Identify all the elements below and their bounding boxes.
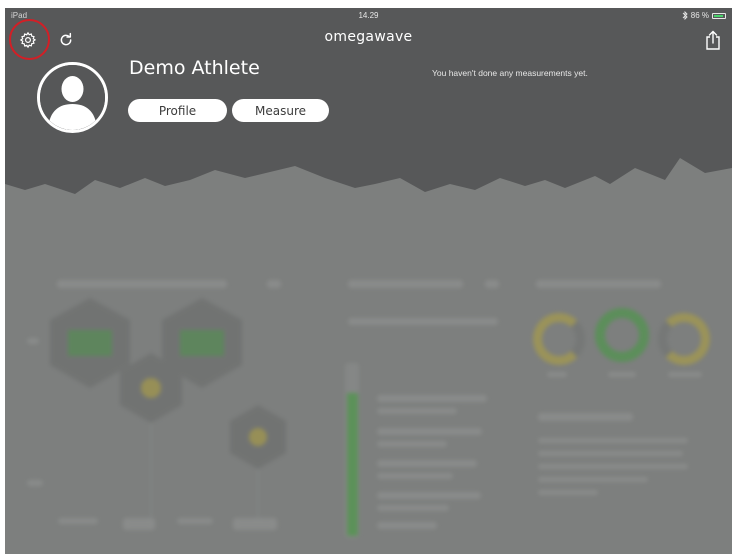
share-icon [706, 30, 720, 50]
person-silhouette-icon [40, 65, 105, 130]
ring-gauge [658, 313, 710, 365]
gauge-row-text [377, 460, 477, 467]
panel-text [538, 451, 683, 456]
gauge-row-text [377, 522, 437, 529]
ring-label [547, 372, 567, 377]
hexagon-label [233, 518, 277, 530]
panel-text [538, 477, 648, 482]
status-bar: iPad 14.29 86 % [5, 8, 732, 26]
panel-text [538, 490, 598, 495]
ring-label [608, 372, 636, 377]
dashboard-subheader [348, 318, 498, 325]
hexagon-label [123, 518, 155, 530]
panel-heading [538, 413, 633, 421]
vertical-gauge-fill [347, 393, 358, 536]
dashboard-section-header [267, 280, 281, 288]
panel-text [538, 464, 688, 469]
status-indicators: 86 % [682, 11, 726, 20]
dashboard-section-header [57, 280, 227, 288]
gauge-row-text [377, 505, 449, 511]
profile-button[interactable]: Profile [128, 99, 227, 122]
dashboard-side-marker [27, 480, 43, 486]
ring-label [668, 372, 702, 377]
battery-percent: 86 % [690, 11, 709, 20]
app-logo-title: omegawave [324, 29, 413, 45]
dashboard-section-header [348, 280, 463, 288]
gauge-row-text [377, 428, 482, 435]
gauge-row-text [377, 492, 481, 499]
avatar [37, 62, 108, 133]
ring-gauge [595, 308, 649, 362]
status-time: 14.29 [358, 11, 379, 20]
hexagon-label [58, 518, 98, 524]
gauge-row-text [377, 408, 457, 414]
ring-gauge [533, 313, 585, 365]
dashboard-side-marker [27, 338, 39, 344]
battery-icon [712, 12, 726, 19]
athlete-name: Demo Athlete [129, 57, 260, 79]
readiness-hexagons [50, 298, 286, 523]
bluetooth-icon [682, 11, 688, 20]
no-measurements-notice: You haven't done any measurements yet. [432, 68, 588, 78]
dashboard-section-header [536, 280, 661, 288]
share-button[interactable] [698, 25, 728, 55]
hexagon-label [177, 518, 213, 524]
gauge-row-text [377, 473, 453, 479]
app-screen: iPad 14.29 86 % omegawave Demo Athlete P… [5, 8, 732, 554]
measure-button[interactable]: Measure [232, 99, 329, 122]
gauge-row-text [377, 395, 487, 402]
dashboard-section-header [485, 280, 499, 288]
gauge-row-text [377, 441, 447, 447]
panel-text [538, 438, 688, 443]
